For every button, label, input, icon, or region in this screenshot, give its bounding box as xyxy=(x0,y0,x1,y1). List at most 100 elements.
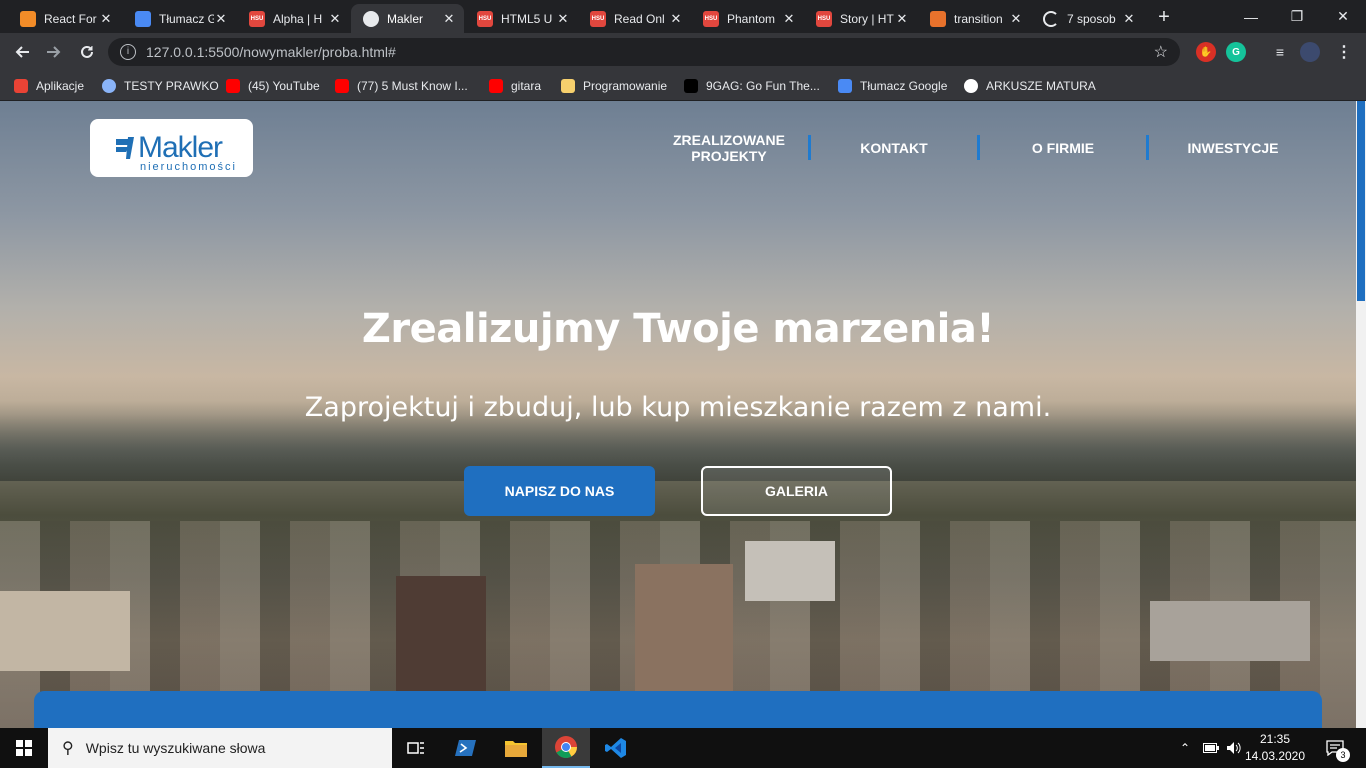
tab-close-icon[interactable]: ✕ xyxy=(556,11,570,27)
site-logo[interactable]: Makler nieruchomości xyxy=(90,119,253,177)
hsu-favicon-icon: HSU xyxy=(590,10,606,27)
browser-tab-strip: React For ✕ Tłumacz G ✕ HSU Alpha | H ✕ Makler ✕… xyxy=(0,0,1366,33)
url-text[interactable]: 127.0.0.1:5500/nowymakler/proba.html# xyxy=(146,44,1154,60)
bookmark-label: gitara xyxy=(511,79,542,93)
browser-tab[interactable]: HSU Alpha | H ✕ xyxy=(237,4,350,33)
bookmark-item[interactable]: (45) YouTube xyxy=(226,76,320,96)
browser-tab[interactable]: HSU Read Onl ✕ xyxy=(578,4,691,33)
browser-toolbar: i 127.0.0.1:5500/nowymakler/proba.html# … xyxy=(0,33,1366,71)
page-scrollbar[interactable] xyxy=(1356,101,1366,728)
nav-zrealizowane-projekty[interactable]: ZREALIZOWANE PROJEKTY xyxy=(650,131,808,165)
battery-icon[interactable] xyxy=(1203,728,1219,768)
content-section-top xyxy=(34,691,1322,728)
tab-close-icon[interactable]: ✕ xyxy=(1009,11,1023,27)
taskbar-powershell[interactable] xyxy=(442,728,490,768)
bookmark-label: ARKUSZE MATURA xyxy=(986,79,1096,93)
browser-tab[interactable]: Makler ✕ xyxy=(351,4,464,33)
maximize-button[interactable]: ❐ xyxy=(1274,0,1320,33)
napisz-do-nas-button[interactable]: NAPISZ DO NAS xyxy=(464,466,655,516)
taskbar-clock[interactable]: 21:35 14.03.2020 xyxy=(1240,731,1310,765)
bookmark-item[interactable]: TESTY PRAWKO xyxy=(102,76,219,96)
browser-tab[interactable]: HSU Story | HT ✕ xyxy=(804,4,917,33)
globe-bm-icon xyxy=(102,79,116,93)
tab-close-icon[interactable]: ✕ xyxy=(214,11,228,27)
reload-icon xyxy=(81,45,93,58)
bookmark-item[interactable]: 9GAG: Go Fun The... xyxy=(684,76,820,96)
hsu-favicon-icon: HSU xyxy=(703,10,719,27)
hero-title: Zrealizujmy Twoje marzenia! xyxy=(361,306,995,352)
site-info-icon[interactable]: i xyxy=(120,44,136,60)
tab-close-icon[interactable]: ✕ xyxy=(782,11,796,27)
menu-kebab-icon[interactable]: ⋮ xyxy=(1334,42,1354,62)
youtube-icon xyxy=(226,79,240,93)
tab-close-icon[interactable]: ✕ xyxy=(1122,11,1136,27)
start-button[interactable] xyxy=(0,728,48,768)
search-icon: ⚲ xyxy=(62,740,74,757)
forward-button[interactable] xyxy=(42,40,66,64)
browser-tab[interactable]: React For ✕ xyxy=(8,4,121,33)
task-view-button[interactable] xyxy=(392,728,440,768)
tab-close-icon[interactable]: ✕ xyxy=(895,11,909,27)
tab-title: transition xyxy=(954,11,1003,26)
tab-close-icon[interactable]: ✕ xyxy=(328,11,342,27)
bookmark-item[interactable]: Tłumacz Google xyxy=(838,76,947,96)
tab-title: Alpha | H xyxy=(273,11,323,26)
tab-title: Makler xyxy=(387,11,424,26)
bookmark-item[interactable]: Aplikacje xyxy=(14,76,84,96)
tab-title: Tłumacz G xyxy=(159,11,214,26)
galeria-button[interactable]: GALERIA xyxy=(701,466,892,516)
nav-o-firmie[interactable]: O FIRMIE xyxy=(980,131,1146,165)
tab-close-icon[interactable]: ✕ xyxy=(99,11,113,27)
scrollbar-thumb[interactable] xyxy=(1357,101,1365,301)
windows-taskbar: ⚲ Wpisz tu wyszukiwane słowa ⌃ 21:35 14.… xyxy=(0,728,1366,768)
apps-icon xyxy=(14,79,28,93)
tray-chevron-icon[interactable]: ⌃ xyxy=(1180,728,1190,768)
taskbar-file-explorer[interactable] xyxy=(492,728,540,768)
adblock-extension-icon[interactable]: ✋ xyxy=(1196,42,1216,62)
tab-close-icon[interactable]: ✕ xyxy=(669,11,683,27)
address-bar[interactable]: i 127.0.0.1:5500/nowymakler/proba.html# … xyxy=(108,38,1180,66)
bookmark-label: (77) 5 Must Know I... xyxy=(357,79,468,93)
reload-button[interactable] xyxy=(75,40,99,64)
action-center-button[interactable]: 3 xyxy=(1322,728,1350,768)
bookmark-item[interactable]: gitara xyxy=(489,76,541,96)
grammarly-extension-icon[interactable]: G xyxy=(1226,42,1246,62)
bookmark-label: 9GAG: Go Fun The... xyxy=(706,79,820,93)
bookmark-item[interactable]: (77) 5 Must Know I... xyxy=(335,76,468,96)
hsu-favicon-icon: HSU xyxy=(816,10,832,27)
bookmark-label: (45) YouTube xyxy=(248,79,320,93)
bookmark-label: TESTY PRAWKO xyxy=(124,79,219,93)
bookmark-item[interactable]: ARKUSZE MATURA xyxy=(964,76,1096,96)
browser-tab[interactable]: HSU Phantom ✕ xyxy=(691,4,804,33)
taskbar-vscode[interactable] xyxy=(592,728,640,768)
vscode-icon xyxy=(605,738,626,758)
bookmark-label: Aplikacje xyxy=(36,79,85,93)
back-button[interactable] xyxy=(10,40,34,64)
taskbar-chrome[interactable] xyxy=(542,728,590,768)
tab-close-icon[interactable]: ✕ xyxy=(442,11,456,27)
globe-bm-icon xyxy=(964,79,978,93)
close-window-button[interactable]: ✕ xyxy=(1320,0,1366,33)
profile-avatar[interactable] xyxy=(1300,42,1320,62)
bookmark-item[interactable]: Programowanie xyxy=(561,76,667,96)
reading-list-icon[interactable]: ≡ xyxy=(1270,42,1290,62)
hsu-favicon-icon: HSU xyxy=(249,10,265,27)
react-favicon-icon xyxy=(20,10,36,27)
taskbar-search-box[interactable]: ⚲ Wpisz tu wyszukiwane słowa xyxy=(48,728,392,768)
nav-kontakt[interactable]: KONTAKT xyxy=(811,131,977,165)
search-placeholder: Wpisz tu wyszukiwane słowa xyxy=(85,740,266,756)
tab-title: HTML5 U xyxy=(501,11,553,26)
new-tab-button[interactable]: + xyxy=(1152,6,1176,30)
browser-tab[interactable]: transition ✕ xyxy=(918,4,1031,33)
folder-icon xyxy=(505,741,527,757)
logo-subtitle: nieruchomości xyxy=(140,161,237,173)
minimize-button[interactable]: — xyxy=(1228,0,1274,33)
nav-inwestycje[interactable]: INWESTYCJE xyxy=(1149,131,1317,165)
browser-tab[interactable]: Tłumacz G ✕ xyxy=(123,4,236,33)
browser-tab[interactable]: HSU HTML5 U ✕ xyxy=(465,4,578,33)
google-translate-icon xyxy=(838,79,852,93)
loading-spinner-icon xyxy=(1043,10,1059,27)
bookmark-star-icon[interactable]: ☆ xyxy=(1154,42,1168,62)
notification-count-badge: 3 xyxy=(1336,748,1350,762)
browser-tab[interactable]: 7 sposob ✕ xyxy=(1031,4,1144,33)
